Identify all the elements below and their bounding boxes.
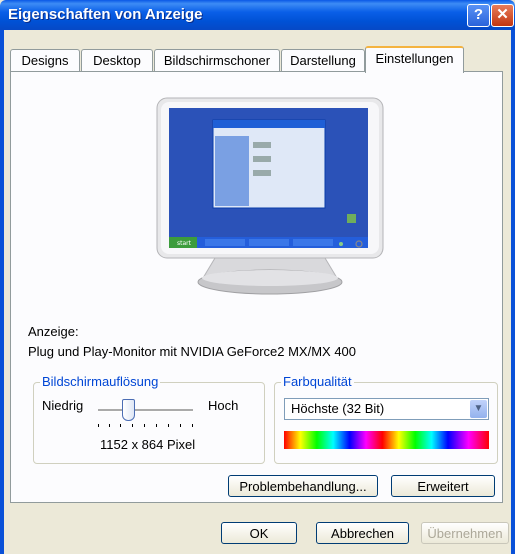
monitor-preview: start xyxy=(156,97,384,295)
advanced-button[interactable]: Erweitert xyxy=(391,475,495,497)
chevron-down-icon[interactable]: ▼ xyxy=(470,400,487,418)
resolution-slider-track[interactable] xyxy=(98,409,193,412)
troubleshoot-button[interactable]: Problembehandlung... xyxy=(228,475,378,497)
tab-designs[interactable]: Designs xyxy=(10,49,80,71)
title-bar[interactable]: Eigenschaften von Anzeige ? ✕ xyxy=(0,0,515,30)
resolution-group: Bildschirmauflösung Niedrig Hoch 1152 x … xyxy=(33,374,265,464)
tab-settings[interactable]: Einstellungen xyxy=(365,46,464,73)
taskbar-start-text: start xyxy=(177,240,192,247)
color-quality-group-title: Farbqualität xyxy=(281,374,354,389)
close-button[interactable]: ✕ xyxy=(491,4,514,27)
resolution-value: 1152 x 864 Pixel xyxy=(100,437,196,452)
window-border-right xyxy=(511,30,515,554)
resolution-slider-thumb[interactable] xyxy=(122,399,135,421)
window-border-left xyxy=(0,30,4,554)
color-quality-group: Farbqualität Höchste (32 Bit) ▼ xyxy=(274,374,498,464)
resolution-high-label: Hoch xyxy=(208,398,239,413)
color-quality-select[interactable]: Höchste (32 Bit) ▼ xyxy=(284,398,489,420)
resolution-group-title: Bildschirmauflösung xyxy=(40,374,161,389)
ok-button[interactable]: OK xyxy=(221,522,297,544)
cancel-button[interactable]: Abbrechen xyxy=(316,522,409,544)
help-button[interactable]: ? xyxy=(467,4,490,27)
tab-desktop[interactable]: Desktop xyxy=(81,49,153,71)
apply-button[interactable]: Übernehmen xyxy=(421,522,509,544)
display-properties-window: Eigenschaften von Anzeige ? ✕ Designs De… xyxy=(0,0,515,554)
settings-panel: start Anzeige: Plug und Play-Monitor mit… xyxy=(10,71,503,503)
resolution-slider-ticks xyxy=(98,424,193,427)
window-title: Eigenschaften von Anzeige xyxy=(8,6,203,23)
display-device: Plug und Play-Monitor mit NVIDIA GeForce… xyxy=(28,344,357,359)
tab-screensaver[interactable]: Bildschirmschoner xyxy=(154,49,280,71)
resolution-low-label: Niedrig xyxy=(42,398,84,413)
display-label: Anzeige: xyxy=(28,324,79,339)
color-spectrum-bar xyxy=(284,431,489,449)
color-quality-selected: Höchste (32 Bit) xyxy=(291,401,385,416)
tab-appearance[interactable]: Darstellung xyxy=(281,49,365,71)
